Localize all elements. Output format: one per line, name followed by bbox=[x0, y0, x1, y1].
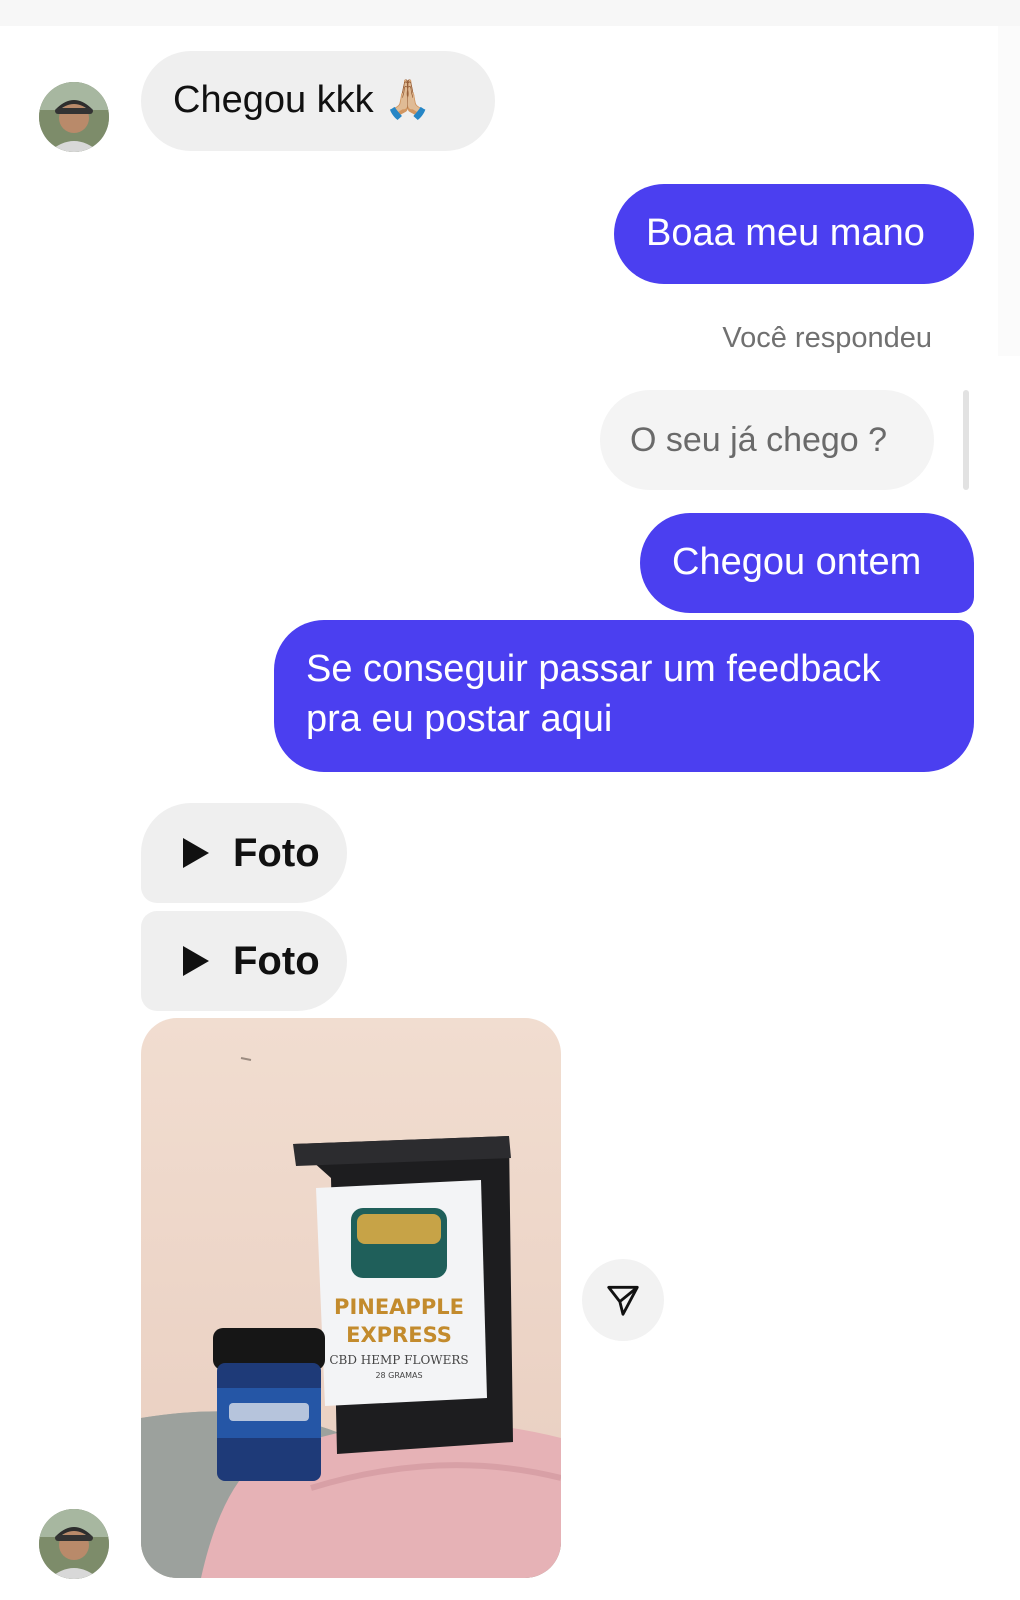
product-jar bbox=[213, 1328, 325, 1481]
avatar[interactable] bbox=[39, 1509, 109, 1579]
photo-label: Foto bbox=[233, 938, 320, 983]
bag-title-1: PINEAPPLE bbox=[334, 1295, 464, 1319]
quoted-message[interactable]: O seu já chego ? bbox=[600, 390, 934, 490]
play-icon bbox=[183, 946, 209, 976]
reply-caption: Você respondeu bbox=[722, 322, 932, 354]
bag-subtitle: CBD HEMP FLOWERS bbox=[329, 1353, 468, 1367]
photo-attachment[interactable]: PINEAPPLE EXPRESS CBD HEMP FLOWERS 28 GR… bbox=[141, 1018, 561, 1578]
photo-message[interactable]: Foto bbox=[141, 803, 347, 903]
outgoing-message[interactable]: Boaa meu mano bbox=[614, 184, 974, 284]
reply-indicator-bar bbox=[963, 390, 969, 490]
scroll-edge bbox=[998, 26, 1020, 356]
photo-label: Foto bbox=[233, 830, 320, 875]
bag-title-2: EXPRESS bbox=[346, 1323, 452, 1347]
outgoing-message[interactable]: Se conseguir passar um feedback pra eu p… bbox=[274, 620, 974, 772]
chat-screen: Chegou kkk 🙏🏼 Boaa meu mano Você respond… bbox=[0, 0, 1020, 1600]
quoted-text: O seu já chego ? bbox=[630, 421, 888, 459]
incoming-message[interactable]: Chegou kkk 🙏🏼 bbox=[141, 51, 495, 151]
bag-weight: 28 GRAMAS bbox=[375, 1371, 422, 1380]
outgoing-message[interactable]: Chegou ontem bbox=[640, 513, 974, 613]
send-icon bbox=[607, 1285, 639, 1316]
message-text: Chegou kkk 🙏🏼 bbox=[173, 79, 432, 121]
message-text-line-2: pra eu postar aqui bbox=[306, 698, 613, 740]
photo-message[interactable]: Foto bbox=[141, 911, 347, 1011]
play-icon bbox=[183, 838, 209, 868]
message-text: Boaa meu mano bbox=[646, 212, 925, 254]
share-button[interactable] bbox=[582, 1259, 664, 1341]
avatar[interactable] bbox=[39, 82, 109, 152]
top-strip bbox=[0, 0, 1020, 26]
message-text-line-1: Se conseguir passar um feedback bbox=[306, 648, 881, 690]
message-text: Chegou ontem bbox=[672, 541, 922, 583]
